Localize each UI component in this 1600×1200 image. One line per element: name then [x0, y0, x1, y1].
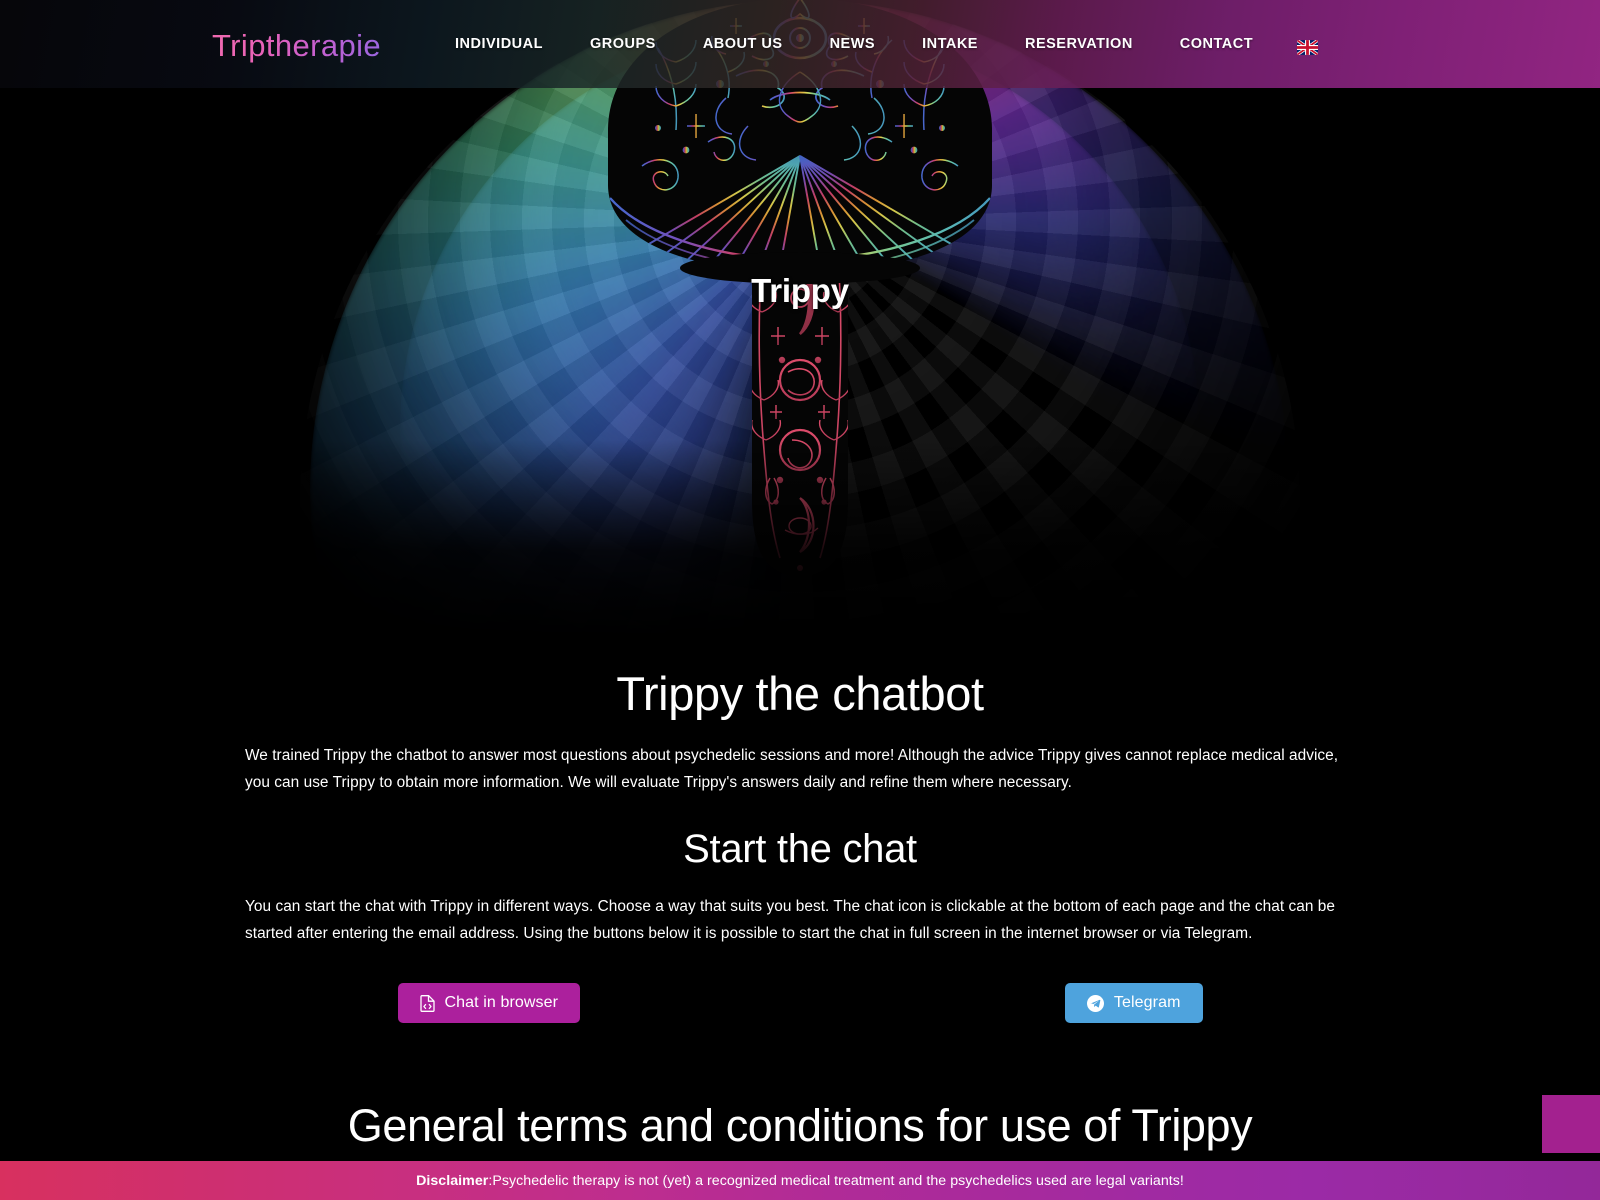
file-code-icon [419, 994, 435, 1012]
chatbot-description-paragraph: We trained Trippy the chatbot to answer … [245, 746, 1339, 792]
uk-flag-icon[interactable] [1297, 40, 1318, 55]
chat-widget-button[interactable] [1542, 1095, 1600, 1153]
telegram-paper-plane-icon [1086, 994, 1104, 1012]
disclaimer-label: Disclaimer [416, 1172, 489, 1189]
start-chat-description-paragraph: You can start the chat with Trippy in di… [245, 897, 1336, 942]
telegram-label: Telegram [1113, 994, 1181, 1012]
hero-bottom-fade [0, 440, 1600, 640]
chat-action-buttons-row: Chat in browser Telegram [213, 983, 1388, 1024]
nav-link-individual[interactable]: INDIVIDUAL [455, 30, 543, 58]
hero-section: Trippy [0, 0, 1600, 640]
disclaimer-bar: Disclaimer: Psychedelic therapy is not (… [0, 1161, 1600, 1200]
nav-link-contact[interactable]: CONTACT [1180, 30, 1253, 58]
chat-in-browser-button[interactable]: Chat in browser [397, 983, 581, 1024]
main-navigation-bar: Triptherapie INDIVIDUAL GROUPS ABOUT US … [0, 0, 1600, 88]
nav-link-news[interactable]: NEWS [830, 30, 876, 58]
nav-link-groups[interactable]: GROUPS [590, 30, 656, 58]
section-heading-terms: General terms and conditions for use of … [347, 1100, 1253, 1152]
chat-in-browser-label: Chat in browser [444, 994, 559, 1012]
nav-link-intake[interactable]: INTAKE [922, 30, 978, 58]
site-logo[interactable]: Triptherapie [212, 28, 381, 64]
nav-links-group: INDIVIDUAL GROUPS ABOUT US NEWS INTAKE R… [455, 0, 1253, 88]
page-root: Trippy Triptherapie INDIVIDUAL GROUPS AB… [0, 0, 1600, 1200]
nav-link-reservation[interactable]: RESERVATION [1025, 30, 1133, 58]
page-title-chatbot: Trippy the chatbot [616, 667, 984, 720]
telegram-button[interactable]: Telegram [1064, 983, 1203, 1024]
nav-link-about-us[interactable]: ABOUT US [703, 30, 783, 58]
section-heading-start-chat: Start the chat [683, 826, 917, 871]
disclaimer-text: Psychedelic therapy is not (yet) a recog… [492, 1172, 1184, 1189]
hero-title: Trippy [751, 272, 849, 309]
main-content: Trippy the chatbot We trained Trippy the… [0, 640, 1600, 1151]
